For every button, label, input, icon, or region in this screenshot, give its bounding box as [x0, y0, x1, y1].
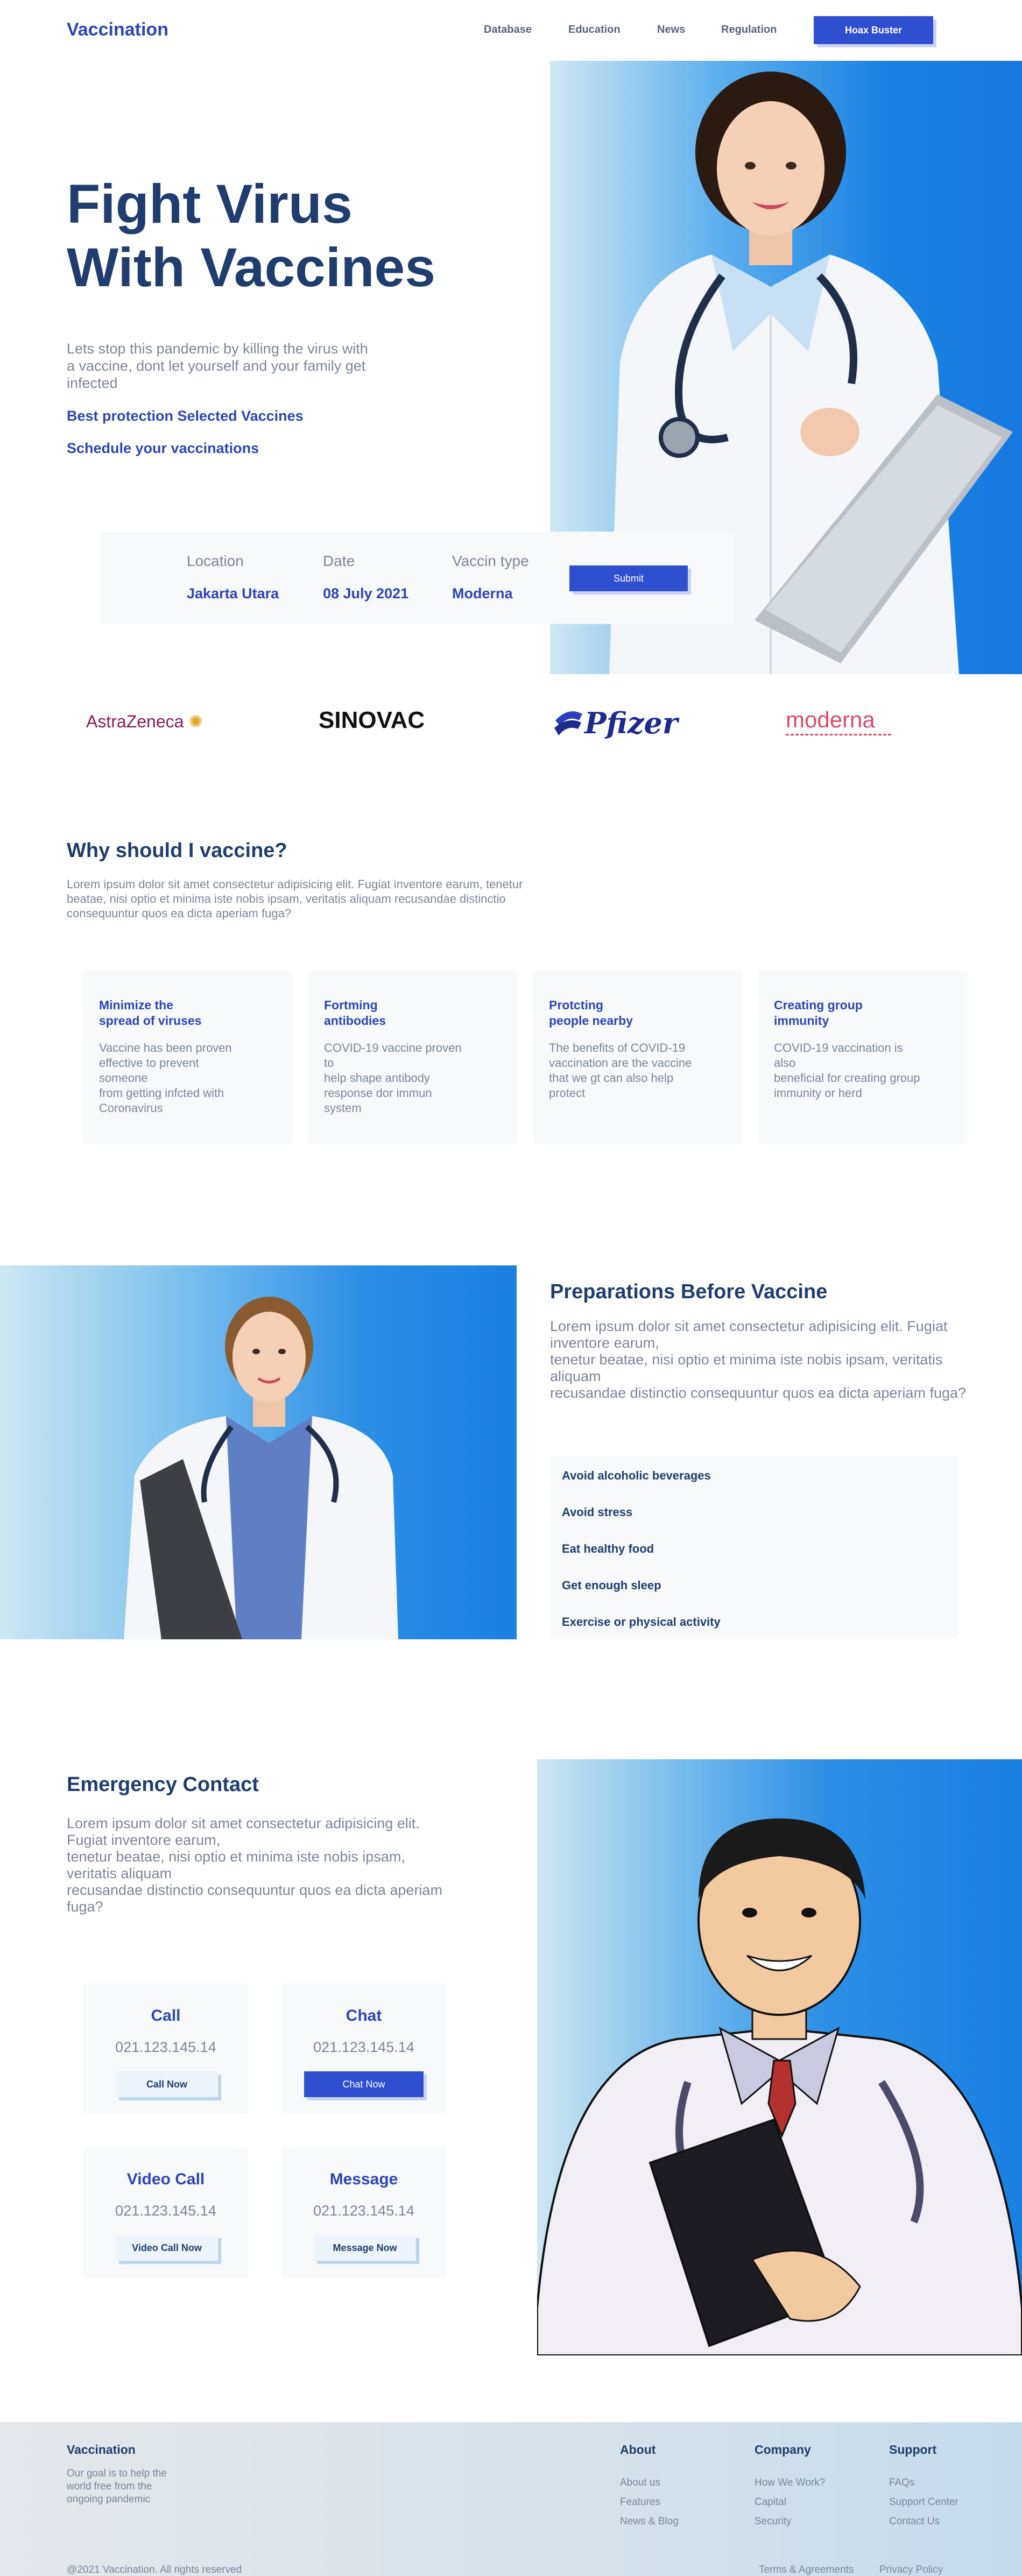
benefit-card-title: Fortming antibodies	[324, 998, 386, 1028]
submit-button[interactable]: Submit	[569, 565, 688, 591]
benefit-card-text: The benefits of COVID-19 vaccination are…	[549, 1041, 692, 1100]
why-description: Lorem ipsum dolor sit amet consectetur a…	[67, 877, 523, 920]
footer-link-how-we-work[interactable]: How We Work?	[755, 2477, 825, 2489]
benefit-card-text: Vaccine has been proven effective to pre…	[99, 1041, 232, 1115]
site-logo[interactable]: Vaccination	[67, 19, 168, 40]
footer-brand[interactable]: Vaccination	[67, 2443, 136, 2457]
footer-link-faqs[interactable]: FAQs	[889, 2477, 915, 2489]
footer-link-about-us[interactable]: About us	[620, 2477, 660, 2489]
hero-description: Lets stop this pandemic by killing the v…	[67, 341, 368, 391]
contact-card-title: Message	[329, 2170, 398, 2188]
contact-card-number: 021.123.145.14	[313, 2039, 414, 2055]
chat-now-button[interactable]: Chat Now	[304, 2071, 424, 2097]
list-item: Avoid alcoholic beverages	[562, 1469, 711, 1482]
footer-link-capital[interactable]: Capital	[755, 2496, 786, 2508]
moderna-underline	[786, 734, 891, 735]
female-doctor-clipboard-illustration	[124, 1297, 398, 1639]
date-label: Date	[323, 553, 355, 569]
astrazeneca-logo-text: AstraZeneca	[86, 712, 184, 731]
benefit-card: Fortming antibodies COVID-19 vaccine pro…	[308, 971, 518, 1144]
contact-card-title: Call	[151, 2007, 181, 2025]
list-item: Eat healthy food	[562, 1542, 654, 1555]
list-item: Exercise or physical activity	[562, 1615, 721, 1629]
footer-heading-company: Company	[755, 2443, 811, 2457]
emergency-description: Lorem ipsum dolor sit amet consectetur a…	[67, 1815, 442, 1915]
benefit-card: Protcting people nearby The benefits of …	[533, 971, 743, 1144]
benefit-card: Minimize the spread of viruses Vaccine h…	[83, 971, 293, 1144]
copyright: @2021 Vaccination. All rights reserved	[67, 2564, 242, 2575]
contact-card-call: Call 021.123.145.14 Call Now	[83, 1983, 248, 2114]
brand-moderna: moderna	[786, 707, 891, 735]
benefit-card: Creating group immunity COVID-19 vaccina…	[758, 971, 968, 1144]
pfizer-logo-text: Pfizer	[584, 706, 678, 740]
vaccine-type-label: Vaccin type	[452, 553, 529, 569]
male-doctor-illustration	[537, 1818, 1022, 2355]
list-item: Avoid stress	[562, 1505, 633, 1519]
contact-card-chat: Chat 021.123.145.14 Chat Now	[281, 1983, 446, 2114]
footer-description: Our goal is to help the world free from …	[67, 2468, 167, 2505]
footer-link-terms[interactable]: Terms & Agreements	[759, 2564, 854, 2576]
hoax-buster-button[interactable]: Hoax Buster	[814, 16, 933, 44]
nav-link-education[interactable]: Education	[568, 24, 621, 36]
prep-doctor-image	[0, 1265, 517, 1639]
brand-pfizer: Pfizer	[552, 702, 678, 745]
call-now-button[interactable]: Call Now	[116, 2071, 218, 2097]
prep-title: Preparations Before Vaccine	[550, 1280, 828, 1303]
vaccine-type-value[interactable]: Moderna	[452, 585, 513, 602]
contact-card-video-call: Video Call 021.123.145.14 Video Call Now	[83, 2147, 248, 2278]
footer-link-contact-us[interactable]: Contact Us	[889, 2516, 940, 2528]
sinovac-logo-text: SINOVAC	[319, 707, 425, 733]
hero-link-schedule[interactable]: Schedule your vaccinations	[67, 440, 259, 457]
hero-title-line1: Fight Virus	[67, 173, 353, 235]
footer-link-security[interactable]: Security	[755, 2516, 792, 2528]
contact-card-number: 021.123.145.14	[115, 2203, 216, 2219]
benefit-card-text: COVID-19 vaccination is also beneficial …	[774, 1041, 920, 1100]
footer-link-news-blog[interactable]: News & Blog	[620, 2516, 679, 2528]
footer-link-privacy[interactable]: Privacy Policy	[879, 2564, 943, 2576]
location-label: Location	[187, 553, 244, 569]
contact-card-message: Message 021.123.145.14 Message Now	[281, 2147, 446, 2278]
location-value[interactable]: Jakarta Utara	[187, 585, 279, 602]
benefit-card-text: COVID-19 vaccine proven to help shape an…	[324, 1041, 462, 1115]
moderna-logo-text: moderna	[786, 707, 875, 732]
pfizer-mark-icon	[554, 711, 582, 735]
benefit-card-title: Minimize the spread of viruses	[99, 998, 202, 1028]
brand-sinovac: SINOVAC	[319, 707, 425, 734]
benefit-card-title: Protcting people nearby	[549, 998, 633, 1028]
astrazeneca-mark-icon: ✺	[188, 712, 203, 731]
video-call-now-button[interactable]: Video Call Now	[116, 2235, 218, 2261]
contact-card-title: Chat	[346, 2007, 382, 2025]
benefit-card-title: Creating group immunity	[774, 998, 863, 1028]
date-value[interactable]: 08 July 2021	[323, 585, 408, 602]
list-item: Get enough sleep	[562, 1579, 661, 1592]
nav-link-regulation[interactable]: Regulation	[721, 24, 777, 36]
emergency-doctor-image	[537, 1759, 1022, 2355]
nav-link-database[interactable]: Database	[484, 24, 532, 36]
hero-title: Fight Virus With Vaccines	[67, 172, 497, 299]
brand-astrazeneca: AstraZeneca ✺	[86, 711, 203, 732]
prep-checklist: Avoid alcoholic beverages Avoid stress E…	[550, 1456, 958, 1639]
prep-description: Lorem ipsum dolor sit amet consectetur a…	[550, 1318, 967, 1401]
contact-card-title: Video Call	[126, 2170, 205, 2188]
footer-link-support-center[interactable]: Support Center	[889, 2496, 958, 2508]
contact-card-number: 021.123.145.14	[313, 2203, 414, 2219]
footer-heading-support: Support	[889, 2443, 937, 2457]
emergency-title: Emergency Contact	[67, 1773, 259, 1796]
nav-link-news[interactable]: News	[657, 24, 685, 36]
hero-title-line2: With Vaccines	[67, 237, 436, 298]
why-title: Why should I vaccine?	[67, 839, 287, 862]
message-now-button[interactable]: Message Now	[314, 2235, 416, 2261]
footer-heading-about: About	[620, 2443, 656, 2457]
hero-link-best-protection[interactable]: Best protection Selected Vaccines	[67, 408, 304, 424]
footer-link-features[interactable]: Features	[620, 2496, 660, 2508]
contact-card-number: 021.123.145.14	[115, 2039, 216, 2055]
